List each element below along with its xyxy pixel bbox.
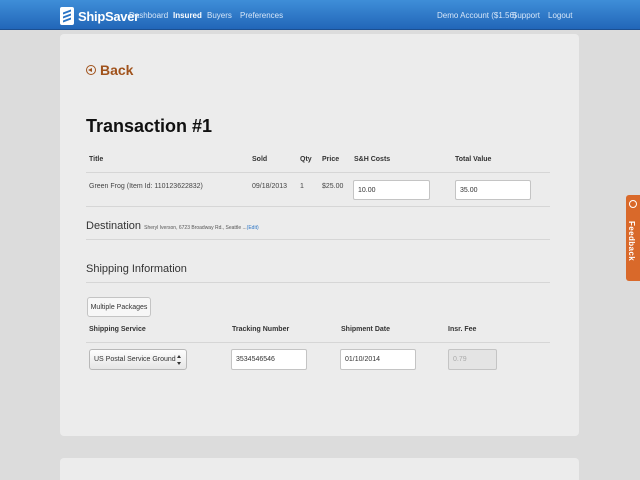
nav-insured[interactable]: Insured: [173, 11, 202, 20]
section-divider: [86, 282, 550, 283]
destination-label: Destination: [86, 220, 142, 232]
section-divider: [86, 239, 550, 240]
nav-preferences[interactable]: Preferences: [240, 11, 283, 20]
nav-dashboard[interactable]: Dashboard: [129, 11, 168, 20]
table-divider: [86, 342, 550, 343]
col-header-total-value: Total Value: [455, 156, 492, 163]
col-header-price: Price: [322, 156, 340, 163]
nav-support[interactable]: Support: [512, 11, 540, 20]
item-title: Green Frog (Item Id: 110123622832): [89, 183, 203, 190]
shipment-date-input[interactable]: [340, 349, 416, 370]
destination-address: Sheryl Iverson, 6723 Broadway Rd., Seatt…: [144, 225, 247, 231]
col-header-shipping-service: Shipping Service: [89, 326, 146, 333]
destination-section: Destination Sheryl Iverson, 6723 Broadwa…: [86, 220, 259, 232]
shipping-information-title: Shipping Information: [86, 263, 187, 275]
nav-account[interactable]: Demo Account ($1.56): [437, 11, 517, 20]
back-arrow-icon: [86, 65, 96, 75]
shipsaver-logo-icon: [60, 7, 74, 25]
nav-logout[interactable]: Logout: [548, 11, 572, 20]
col-header-title: Title: [89, 156, 104, 163]
total-value-input[interactable]: [455, 180, 531, 200]
transaction-panel: Back Transaction #1 Title Sold Qty Price…: [60, 34, 579, 436]
feedback-label: Feedback: [627, 221, 636, 262]
col-header-sold: Sold: [252, 156, 268, 163]
table-divider: [86, 206, 550, 207]
col-header-sh-costs: S&H Costs: [354, 156, 391, 163]
item-sold-date: 09/18/2013: [252, 183, 288, 190]
col-header-tracking-number: Tracking Number: [232, 326, 290, 333]
insurance-fee-input: [448, 349, 497, 370]
select-arrows-icon: [177, 355, 182, 365]
nav-buyers[interactable]: Buyers: [207, 11, 232, 20]
multiple-packages-button[interactable]: Multiple Packages: [87, 297, 151, 317]
tracking-number-input[interactable]: [231, 349, 307, 370]
feedback-tab[interactable]: Feedback: [626, 195, 640, 281]
page-title: Transaction #1: [86, 116, 213, 136]
feedback-icon: [629, 200, 637, 208]
sh-costs-input[interactable]: [353, 180, 430, 200]
item-qty: 1: [300, 183, 304, 190]
table-divider: [86, 172, 550, 173]
top-navbar: ShipSaver Dashboard Insured Buyers Prefe…: [0, 0, 640, 30]
back-label: Back: [100, 62, 134, 78]
back-link[interactable]: Back: [86, 62, 133, 78]
destination-edit-link[interactable]: (Edit): [247, 225, 259, 231]
brand-logo[interactable]: ShipSaver: [60, 6, 139, 26]
secondary-panel: [60, 458, 579, 480]
shipping-service-select[interactable]: US Postal Service Ground: [89, 349, 187, 370]
col-header-shipment-date: Shipment Date: [341, 326, 391, 333]
col-header-qty: Qty: [300, 156, 312, 163]
col-header-insr-fee: Insr. Fee: [448, 326, 477, 333]
shipping-service-value: US Postal Service Ground: [94, 356, 176, 363]
item-price: $25.00: [322, 183, 344, 190]
